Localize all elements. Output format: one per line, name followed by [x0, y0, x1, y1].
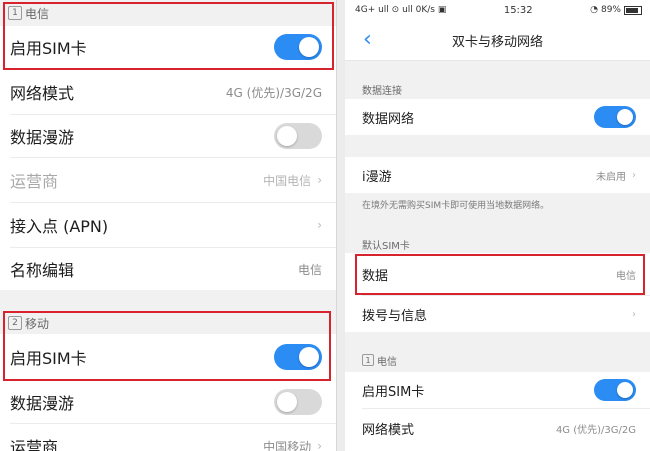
right-sim1-enable-label: 启用SIM卡: [362, 384, 425, 400]
left-screen: 1 电信 启用SIM卡 网络模式 4G (优先)/3G/2G 数据漫游 运营商 …: [0, 0, 337, 451]
status-battery-text: 89%: [600, 5, 621, 15]
network-mode-value: 4G (优先)/3G/2G: [225, 85, 322, 100]
chevron-right-icon: ›: [317, 439, 322, 451]
page-title: 双卡与移动网络: [451, 34, 543, 50]
status-bar: 4G+ ull ⊙ ull 0K/s ▣ 15:32 ◔ 89%: [345, 0, 650, 20]
data-network-label: 数据网络: [362, 111, 415, 127]
sim2-roaming-row[interactable]: 数据漫游: [0, 381, 336, 423]
i-roaming-note: 在境外无需购买SIM卡即可使用当地数据网络。: [362, 201, 550, 211]
right-network-mode-label: 网络模式: [362, 422, 415, 438]
chevron-right-icon: ›: [632, 308, 636, 320]
sim2-carrier-label: 运营商: [10, 438, 59, 451]
name-edit-label: 名称编辑: [10, 261, 75, 280]
toggle-knob: [277, 392, 297, 412]
chevron-right-icon: ›: [317, 173, 322, 187]
highlight-box: [355, 254, 645, 295]
sim1-network-mode-row[interactable]: 网络模式 4G (优先)/3G/2G: [0, 70, 336, 114]
toggle-knob: [617, 109, 633, 125]
screen-gap: [337, 0, 345, 451]
toggle-knob: [617, 382, 633, 398]
right-network-mode-value: 4G (优先)/3G/2G: [555, 424, 636, 436]
nav-bar: ‹ 双卡与移动网络: [345, 20, 650, 61]
i-roaming-row[interactable]: i漫游 未启用 ›: [345, 157, 650, 193]
carrier-label: 运营商: [10, 172, 59, 191]
right-sim1-enable-toggle[interactable]: [594, 379, 636, 401]
right-screen: 4G+ ull ⊙ ull 0K/s ▣ 15:32 ◔ 89% ‹ 双卡与移动…: [345, 0, 650, 451]
toggle-knob: [277, 126, 297, 146]
sim2-roaming-toggle[interactable]: [274, 389, 322, 415]
right-sim1-header: 1 电信: [345, 350, 650, 370]
highlight-box: [3, 311, 331, 381]
data-network-toggle[interactable]: [594, 106, 636, 128]
sim1-name-edit-row[interactable]: 名称编辑 电信: [0, 248, 336, 290]
sim2-carrier-value: 中国移动: [263, 439, 312, 451]
i-roaming-label: i漫游: [362, 169, 392, 185]
section-band: [345, 135, 650, 157]
i-roaming-value: 未启用: [596, 171, 626, 183]
data-connection-header: 数据连接: [362, 85, 402, 97]
status-signal: 4G+ ull ⊙ ull 0K/s ▣: [355, 5, 447, 15]
highlight-box: [3, 2, 334, 70]
dial-info-row[interactable]: 拨号与信息 ›: [345, 296, 650, 332]
chevron-right-icon: ›: [632, 169, 636, 181]
right-sim1-network-mode-row[interactable]: 网络模式 4G (优先)/3G/2G: [345, 409, 650, 447]
name-edit-value: 电信: [297, 262, 322, 277]
sim1-roaming-row[interactable]: 数据漫游: [0, 115, 336, 157]
data-network-row[interactable]: 数据网络: [345, 99, 650, 135]
sim1-apn-row[interactable]: 接入点 (APN) ›: [0, 203, 336, 247]
chevron-right-icon: ›: [317, 218, 322, 232]
roaming-label: 数据漫游: [10, 128, 75, 147]
status-time: 15:32: [503, 4, 533, 16]
bell-icon: ◔: [590, 5, 598, 15]
carrier-value: 中国电信: [263, 173, 312, 188]
right-sim1-badge: 1: [362, 354, 374, 366]
battery-icon: [624, 5, 642, 15]
sim1-carrier-row[interactable]: 运营商 中国电信 ›: [0, 158, 336, 202]
apn-label: 接入点 (APN): [10, 217, 109, 236]
sim2-carrier-row[interactable]: 运营商 中国移动 ›: [0, 424, 336, 451]
right-sim1-header-label: 电信: [377, 356, 397, 368]
chevron-left-icon[interactable]: ‹: [363, 27, 372, 52]
right-sim1-enable-row[interactable]: 启用SIM卡: [345, 372, 650, 408]
sim1-roaming-toggle[interactable]: [274, 123, 322, 149]
dial-info-label: 拨号与信息: [362, 308, 428, 324]
network-mode-label: 网络模式: [10, 84, 75, 103]
sim2-roaming-label: 数据漫游: [10, 394, 75, 413]
default-sim-header: 默认SIM卡: [362, 240, 410, 252]
